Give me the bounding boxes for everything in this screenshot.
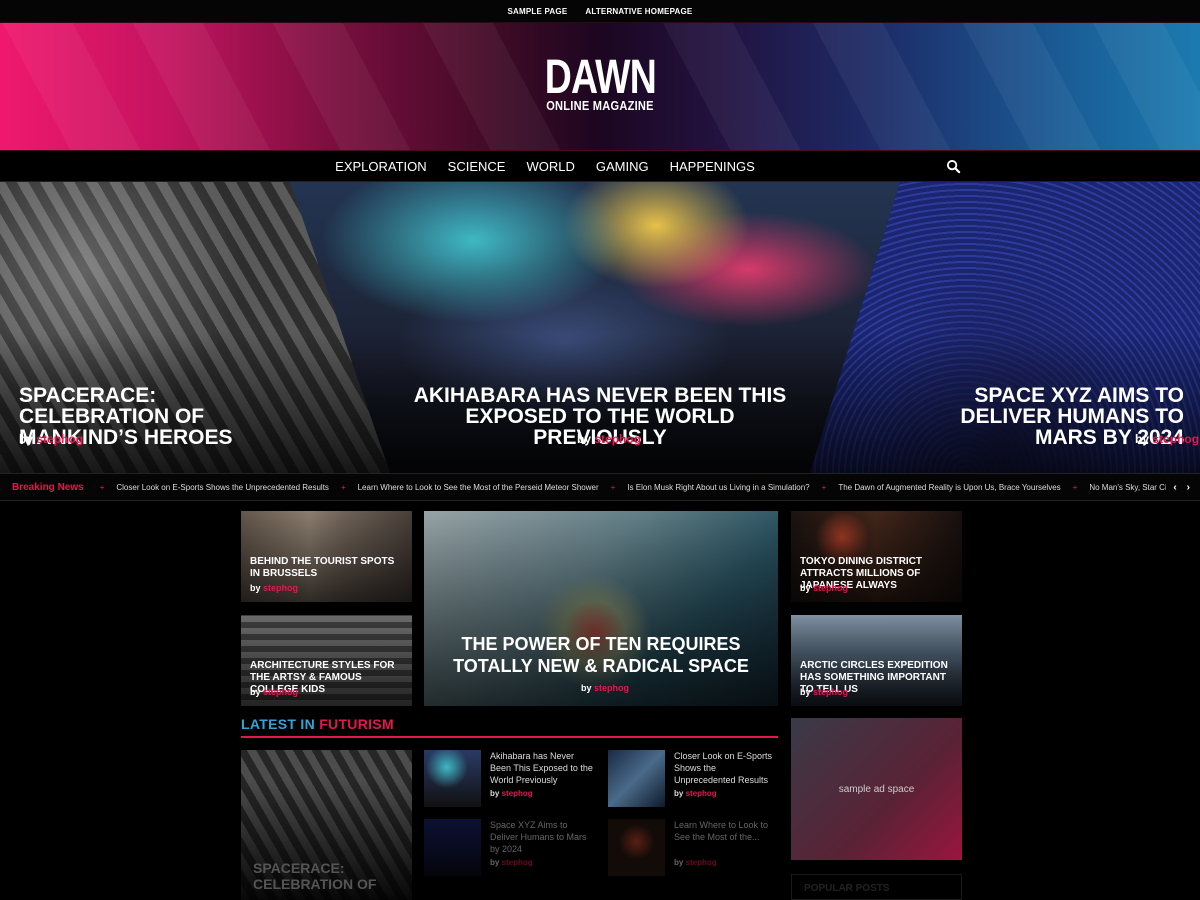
card-by: by [250,687,261,697]
post-card-architecture[interactable]: ARCHITECTURE STYLES FOR THE ARTSY & FAMO… [241,615,412,706]
nav-item-exploration[interactable]: EXPLORATION [335,159,427,174]
card-author[interactable]: stephog [263,687,298,697]
ticker-next-icon[interactable]: › [1187,482,1190,493]
ticker-item[interactable]: The Dawn of Augmented Reality is Upon Us… [838,483,1060,492]
ad-space[interactable]: sample ad space [791,718,962,860]
hero-by-1: by [19,432,34,446]
logo-title: DAWN [544,51,656,104]
list-item-byline: by stephog [490,858,533,867]
ticker-separator: + [821,482,827,492]
list-item-title[interactable]: Closer Look on E-Sports Shows the Unprec… [674,750,780,786]
post-card-tokyo-dining[interactable]: TOKYO DINING DISTRICT ATTRACTS MILLIONS … [791,511,962,602]
list-item-thumb[interactable] [424,750,481,807]
section-category-link[interactable]: FUTURISM [319,716,394,732]
ticker-item[interactable]: Learn Where to Look to See the Most of t… [358,483,599,492]
section-title-prefix: LATEST IN [241,716,320,732]
nav-item-science[interactable]: SCIENCE [448,159,506,174]
top-link-sample-page[interactable]: SAMPLE PAGE [508,7,568,16]
list-item-title[interactable]: Akihabara has Never Been This Exposed to… [490,750,596,786]
ticker-separator: + [340,482,346,492]
latest-featured-thumb[interactable]: SPACERACE: CELEBRATION OF [241,750,412,900]
list-item-author[interactable]: stephog [502,858,533,867]
nav-item-gaming[interactable]: GAMING [596,159,649,174]
card-by: by [800,583,811,593]
popular-posts-header: POPULAR POSTS [791,874,962,900]
card-byline: by stephog [800,687,848,697]
ticker-item[interactable]: Closer Look on E-Sports Shows the Unprec… [116,483,329,492]
hero-by-3: by [1135,432,1150,446]
card-byline: by stephog [250,687,298,697]
hero-author-3[interactable]: stephog [1152,432,1199,446]
list-item-byline: by stephog [674,789,717,798]
latest-featured-title[interactable]: SPACERACE: CELEBRATION OF [253,860,412,892]
list-item-byline: by stephog [674,858,717,867]
list-item[interactable]: Akihabara has Never Been This Exposed to… [424,750,594,810]
breaking-news-label: Breaking News [12,481,84,493]
nav-item-happenings[interactable]: HAPPENINGS [670,159,755,174]
list-item-thumb[interactable] [608,819,665,876]
card-by: by [250,583,261,593]
ticker-separator: + [610,482,616,492]
header-banner: DAWN ONLINE MAGAZINE [0,23,1200,150]
ticker-item[interactable]: No Man's Sky, Star Citizen and Elite: Da… [1089,483,1165,492]
breaking-news-ticker: Breaking News + Closer Look on E-Sports … [0,473,1200,501]
site-logo[interactable]: DAWN ONLINE MAGAZINE [0,51,1200,114]
ticker-separator: + [99,482,105,492]
list-item-thumb[interactable] [608,750,665,807]
section-header-latest-futurism: LATEST IN FUTURISM [241,716,778,738]
hero-byline-1: by stephog [19,432,83,446]
card-author[interactable]: stephog [594,683,629,693]
list-item-author[interactable]: stephog [686,789,717,798]
list-item-thumb[interactable] [424,819,481,876]
list-item-author[interactable]: stephog [686,858,717,867]
card-title[interactable]: THE POWER OF TEN REQUIRES TOTALLY NEW & … [434,633,768,677]
list-item-by: by [674,858,684,867]
list-item-by: by [674,789,684,798]
list-item-byline: by stephog [490,789,533,798]
card-by: by [800,687,811,697]
ticker-item[interactable]: Is Elon Musk Right About us Living in a … [627,483,809,492]
top-bar: SAMPLE PAGE ALTERNATIVE HOMEPAGE [0,0,1200,23]
ad-space-label: sample ad space [838,783,915,795]
list-item-title[interactable]: Space XYZ Aims to Deliver Humans to Mars… [490,819,596,855]
card-byline: by stephog [250,583,298,593]
list-item-author[interactable]: stephog [502,789,533,798]
list-item-by: by [490,789,500,798]
card-by: by [581,683,592,693]
card-byline: by stephog [581,683,629,693]
nav-item-world[interactable]: WORLD [526,159,574,174]
section-title: LATEST IN FUTURISM [241,716,778,732]
ticker-separator: + [1072,482,1078,492]
post-card-arctic-circles[interactable]: ARCTIC CIRCLES EXPEDITION HAS SOMETHING … [791,615,962,706]
logo-subtitle: ONLINE MAGAZINE [546,98,654,113]
list-item-by: by [490,858,500,867]
hero-byline-2: by stephog [577,432,641,446]
top-link-alternative-homepage[interactable]: ALTERNATIVE HOMEPAGE [585,7,692,16]
hero-author-2[interactable]: stephog [594,432,641,446]
list-item-title[interactable]: Learn Where to Look to See the Most of t… [674,819,780,843]
hero-byline-3: by stephog [1135,432,1199,446]
card-title[interactable]: BEHIND THE TOURIST SPOTS IN BRUSSELS [250,556,403,580]
ticker-prev-icon[interactable]: ‹ [1173,482,1176,493]
card-author[interactable]: stephog [813,687,848,697]
search-icon[interactable] [946,159,961,174]
list-item[interactable]: Space XYZ Aims to Deliver Humans to Mars… [424,819,594,879]
card-author[interactable]: stephog [813,583,848,593]
list-item[interactable]: Closer Look on E-Sports Shows the Unprec… [608,750,778,810]
hero-slider: SPACERACE: CELEBRATION OF MANKIND’S HERO… [0,182,1200,473]
main-nav: EXPLORATION SCIENCE WORLD GAMING HAPPENI… [0,150,1200,182]
card-author[interactable]: stephog [263,583,298,593]
card-byline: by stephog [800,583,848,593]
post-card-brussels[interactable]: BEHIND THE TOURIST SPOTS IN BRUSSELS by … [241,511,412,602]
list-item[interactable]: Learn Where to Look to See the Most of t… [608,819,778,879]
post-card-featured-power-of-ten[interactable]: THE POWER OF TEN REQUIRES TOTALLY NEW & … [424,511,778,706]
hero-by-2: by [577,432,592,446]
hero-author-1[interactable]: stephog [36,432,83,446]
